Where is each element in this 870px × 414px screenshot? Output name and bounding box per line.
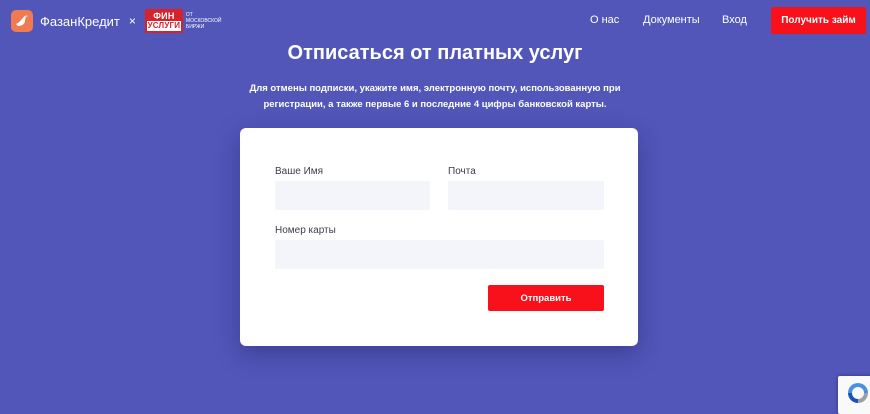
email-label: Почта (448, 166, 476, 177)
brand-name: ФазанКредит (40, 13, 120, 29)
name-label: Ваше Имя (275, 166, 324, 177)
recaptcha-icon (845, 380, 870, 411)
page-description: Для отмены подписки, укажите имя, электр… (249, 83, 621, 110)
card-number-input[interactable] (275, 240, 604, 269)
partner-line2: УСЛУГИ (146, 21, 182, 31)
nav-documents-link[interactable]: Документы (643, 14, 700, 26)
name-input[interactable] (275, 181, 430, 210)
unsubscribe-form: Ваше Имя Почта Номер карты Отправить (240, 128, 638, 346)
card-number-label: Номер карты (275, 225, 336, 236)
pheasant-logo-icon (11, 10, 33, 32)
page-title: Отписаться от платных услуг (287, 42, 583, 64)
recaptcha-badge[interactable] (838, 376, 870, 414)
email-input[interactable] (448, 181, 604, 210)
partner-line1: ФИН (153, 11, 175, 21)
partner-subtitle: ОТ МОСКОВСКОЙ БИРЖИ (185, 12, 222, 30)
site-header: ФазанКредит × ФИН УСЛУГИ ОТ МОСКОВСКОЙ Б… (0, 0, 870, 40)
partner-logo: ФИН УСЛУГИ ОТ МОСКОВСКОЙ БИРЖИ (144, 9, 228, 33)
submit-button[interactable]: Отправить (488, 285, 604, 311)
brand[interactable]: ФазанКредит × ФИН УСЛУГИ ОТ МОСКОВСКОЙ Б… (11, 9, 228, 33)
get-loan-button[interactable]: Получить займ (771, 7, 866, 34)
partner-badge: ФИН УСЛУГИ (144, 9, 183, 33)
nav-login-link[interactable]: Вход (722, 14, 747, 26)
brand-separator: × (128, 14, 136, 28)
nav-about-link[interactable]: О нас (590, 14, 619, 26)
